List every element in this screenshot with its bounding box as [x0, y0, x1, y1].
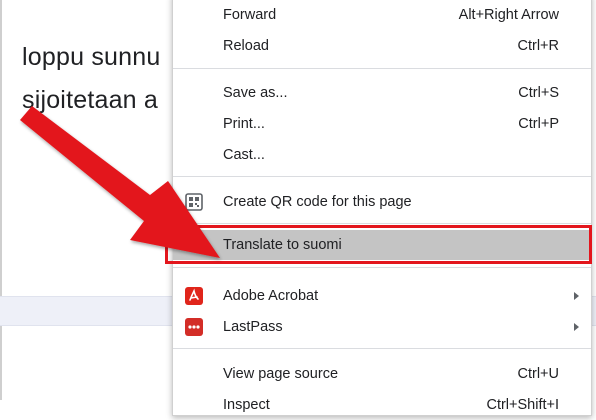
annotation-arrow-icon: [20, 106, 220, 258]
